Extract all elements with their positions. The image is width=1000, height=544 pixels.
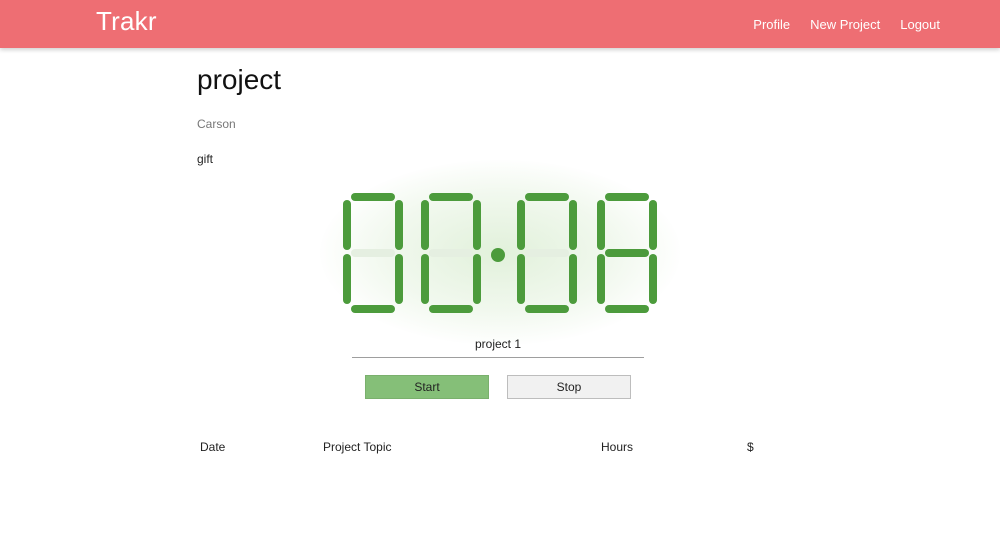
clock-digit-2-segment-d: [525, 305, 569, 313]
clock-digit-3-segment-b: [649, 200, 657, 250]
clock-digit-1-segment-e: [421, 254, 429, 304]
clock-digit-2-segment-c: [569, 254, 577, 304]
clock-digit-0-segment-f: [343, 200, 351, 250]
seven-segment-clock: [343, 193, 657, 313]
clock-digit-3-segment-d: [605, 305, 649, 313]
clock-digit-3-segment-g: [605, 249, 649, 257]
column-header-date: Date: [200, 440, 226, 454]
column-header-project-topic: Project Topic: [323, 440, 392, 454]
nav-link-profile[interactable]: Profile: [753, 17, 790, 32]
clock-digit-2-segment-g: [525, 249, 569, 257]
clock-digit-0-segment-d: [351, 305, 395, 313]
clock-digit-3-segment-c: [649, 254, 657, 304]
nav-link-logout[interactable]: Logout: [900, 17, 940, 32]
top-navbar: Trakr Profile New Project Logout: [0, 0, 1000, 48]
clock-digit-0-segment-g: [351, 249, 395, 257]
clock-digit-1-segment-a: [429, 193, 473, 201]
clock-digit-2-segment-a: [525, 193, 569, 201]
clock-digit-0-segment-c: [395, 254, 403, 304]
clock-digit-2-segment-f: [517, 200, 525, 250]
brand-logo[interactable]: Trakr: [96, 6, 157, 37]
start-button[interactable]: Start: [365, 375, 489, 399]
clock-digit-1-segment-g: [429, 249, 473, 257]
clock-digit-1-segment-b: [473, 200, 481, 250]
page-title: project: [197, 64, 282, 95]
column-header-hours: Hours: [601, 440, 634, 454]
column-header-dollars: $: [747, 440, 754, 454]
clock-digit-1-segment-d: [429, 305, 473, 313]
project-owner: Carson: [197, 117, 236, 131]
project-description: gift: [197, 152, 214, 166]
clock-digit-2-segment-b: [569, 200, 577, 250]
stop-button[interactable]: Stop: [507, 375, 631, 399]
clock-digit-3-segment-e: [597, 254, 605, 304]
clock-colon-dot: [491, 248, 505, 262]
clock-digit-1-segment-c: [473, 254, 481, 304]
clock-digit-1-segment-f: [421, 200, 429, 250]
nav-link-new-project[interactable]: New Project: [810, 17, 880, 32]
clock-digit-3-segment-f: [597, 200, 605, 250]
nav-links: Profile New Project Logout: [753, 0, 940, 48]
clock-digit-2-segment-e: [517, 254, 525, 304]
clock-digit-3-segment-a: [605, 193, 649, 201]
timer-project-label: project 1: [474, 337, 522, 351]
clock-digit-0-segment-b: [395, 200, 403, 250]
timer-underline: [352, 357, 644, 358]
clock-digit-0-segment-e: [343, 254, 351, 304]
clock-digit-0-segment-a: [351, 193, 395, 201]
